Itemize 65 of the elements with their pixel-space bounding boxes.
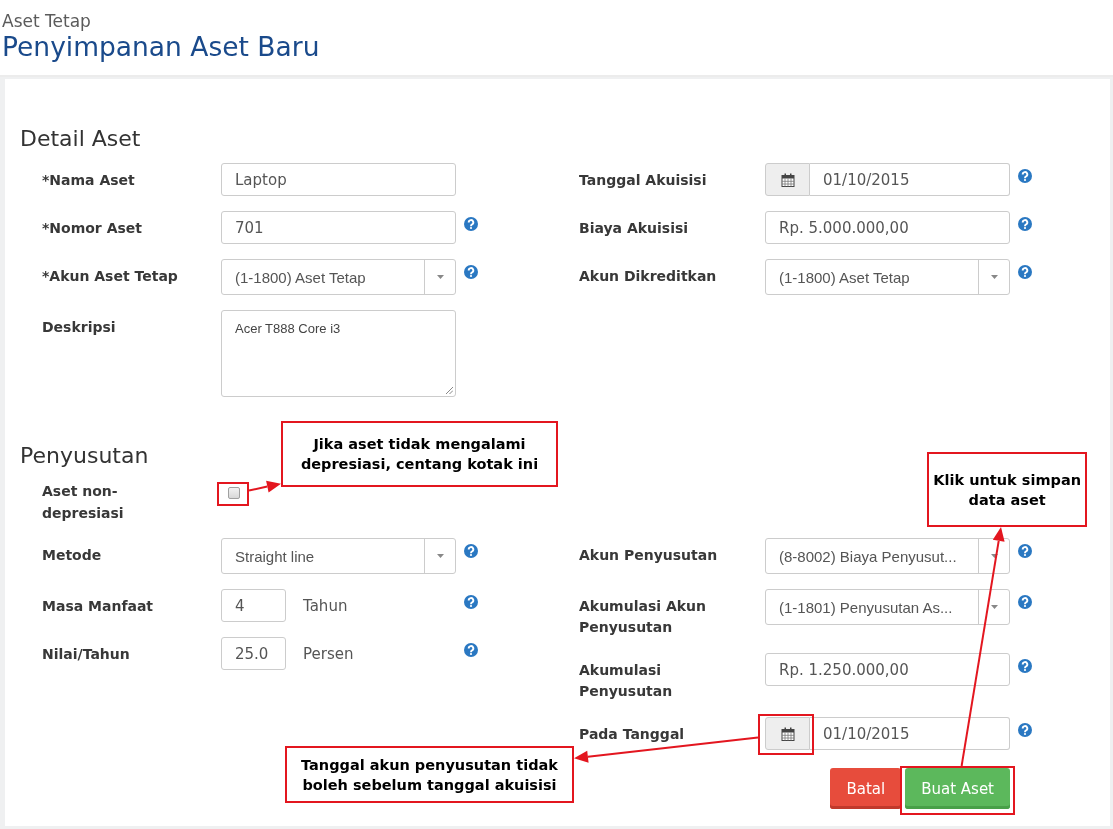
number-field[interactable]: 4 [221, 589, 286, 622]
calendar-icon [780, 726, 795, 741]
help-icon[interactable] [1018, 265, 1032, 279]
field-label: Metode [42, 546, 103, 565]
help-icon[interactable] [1018, 595, 1032, 609]
cancel-button[interactable]: Batal [830, 768, 902, 809]
date-field[interactable]: 01/10/2015 [810, 717, 1010, 750]
callout: Jika aset tidak mengalami depresiasi, centang kotak ini [281, 421, 558, 487]
caret-icon [991, 605, 998, 609]
textarea-field[interactable]: Acer T888 Core i3 [221, 310, 456, 397]
field-label: Tanggal Akuisisi [579, 171, 708, 190]
callout: Klik untuk simpan data aset [927, 452, 1088, 527]
resize-grip-icon [445, 386, 453, 394]
dropdown[interactable]: (1-1801) Penyusutan As... [765, 589, 1010, 625]
help-icon[interactable] [1018, 169, 1032, 183]
page-title: Penyimpanan Aset Baru [2, 32, 320, 62]
help-icon[interactable] [464, 595, 478, 609]
field-label: Deskripsi [42, 318, 117, 337]
section-heading: Detail Aset [20, 125, 141, 153]
field-label: Pada Tanggal [579, 725, 686, 744]
help-icon[interactable] [464, 217, 478, 231]
help-icon[interactable] [464, 544, 478, 558]
field-label: *Nomor Aset [42, 219, 143, 238]
dropdown[interactable]: (1-1800) Aset Tetap [765, 259, 1010, 295]
calendar-icon [780, 172, 795, 187]
unit-label: Tahun [303, 596, 348, 615]
field-label: *Akun Aset Tetap [42, 267, 179, 286]
caret-icon [437, 275, 444, 279]
number-field[interactable]: 25.0 [221, 637, 286, 670]
help-icon[interactable] [1018, 544, 1032, 558]
field-label: Akun Penyusutan [579, 546, 719, 565]
field-label: Akumulasi Akun Penyusutan [579, 597, 707, 637]
checkbox[interactable] [228, 487, 240, 499]
breadcrumb: Aset Tetap [2, 11, 91, 32]
date-field[interactable]: 01/10/2015 [810, 163, 1010, 196]
section-heading: Penyusutan [20, 442, 149, 470]
help-icon[interactable] [464, 265, 478, 279]
text-field[interactable]: Rp. 5.000.000,00 [765, 211, 1010, 244]
help-icon[interactable] [1018, 659, 1032, 673]
callout: Tanggal akun penyusutan tidak boleh sebelum tanggal akuisisi [285, 746, 574, 803]
help-icon[interactable] [464, 643, 478, 657]
help-icon[interactable] [1018, 723, 1032, 737]
text-field[interactable]: 701 [221, 211, 456, 244]
field-label: Nilai/Tahun [42, 645, 131, 664]
unit-label: Persen [303, 644, 354, 663]
dropdown[interactable]: (8-8002) Biaya Penyusut... [765, 538, 1010, 574]
caret-icon [991, 275, 998, 279]
field-label: Aset non-depresiasi [42, 482, 125, 523]
field-label: Akun Dikreditkan [579, 267, 718, 286]
highlight-frame [217, 482, 249, 506]
field-label: Masa Manfaat [42, 597, 155, 616]
text-field[interactable]: Laptop [221, 163, 456, 196]
help-icon[interactable] [1018, 217, 1032, 231]
caret-icon [991, 554, 998, 558]
field-label: *Nama Aset [42, 171, 136, 190]
text-field[interactable]: Rp. 1.250.000,00 [765, 653, 1010, 686]
calendar-button[interactable] [765, 717, 810, 750]
arrow [248, 480, 281, 493]
caret-icon [437, 554, 444, 558]
dropdown[interactable]: (1-1800) Aset Tetap [221, 259, 456, 295]
highlight-frame [758, 714, 814, 755]
calendar-button[interactable] [765, 163, 810, 196]
field-label: Akumulasi Penyusutan [579, 661, 674, 701]
dropdown[interactable]: Straight line [221, 538, 456, 574]
field-label: Biaya Akuisisi [579, 219, 690, 238]
